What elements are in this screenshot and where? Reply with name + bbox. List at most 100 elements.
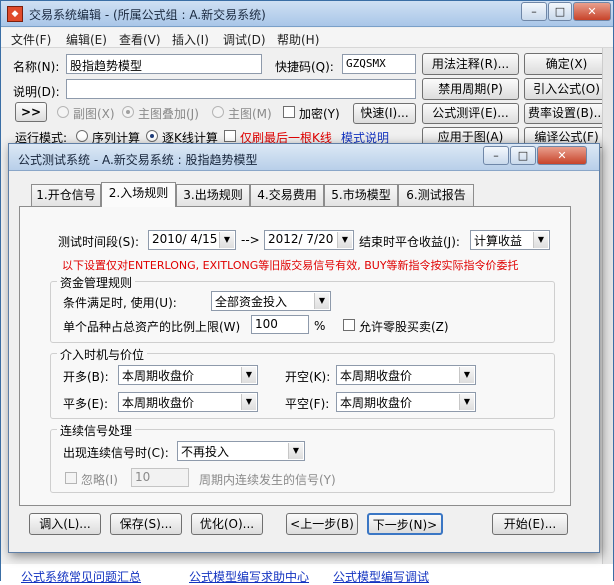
close-short-label: 平空(F): xyxy=(285,397,330,411)
open-short-select[interactable]: 本周期收盘价 ▼ xyxy=(336,365,476,385)
main-overlay-label: 主图叠加(J) xyxy=(138,107,199,121)
prev-step-button[interactable]: <上一步(B) xyxy=(286,513,358,535)
capital-group-title: 资金管理规则 xyxy=(57,274,136,291)
window-title: 交易系统编辑 - (所属公式组 : A.新交易系统) xyxy=(29,8,266,22)
tab-entry-rules[interactable]: 2.入场规则 xyxy=(101,182,176,207)
shortcut-field[interactable]: GZQSMX xyxy=(342,54,416,74)
ignore-periods-field[interactable]: 10 xyxy=(131,468,189,487)
main-chart-label: 主图(M) xyxy=(228,107,272,121)
menu-view[interactable]: 查看(V) xyxy=(119,31,161,48)
minimize-icon[interactable]: – xyxy=(521,2,547,21)
main-chart-radio[interactable] xyxy=(212,106,224,118)
ignore-label: 忽略(I) xyxy=(81,473,118,487)
formula-test-button[interactable]: 公式测评(E)... xyxy=(422,103,519,124)
main-overlay-radio[interactable] xyxy=(122,106,134,118)
name-label: 名称(N): xyxy=(13,60,60,74)
ignore-checkbox[interactable] xyxy=(65,472,77,484)
name-field[interactable]: 股指趋势模型 xyxy=(66,54,262,74)
help-center-link[interactable]: 公式模型编写求助中心 xyxy=(189,568,309,585)
capital-management-group: 资金管理规则 条件满足时, 使用(U): 全部资金投入 ▼ 单个品种占总资产的比例… xyxy=(50,274,555,343)
start-button[interactable]: 开始(E)... xyxy=(492,513,568,535)
ignore-suffix-label: 周期内连续发生的信号(Y) xyxy=(199,473,336,487)
max-ratio-label: 单个品种占总资产的比例上限(W) xyxy=(63,320,241,334)
close-long-value: 本周期收盘价 xyxy=(122,396,195,410)
editor-scrollbar[interactable] xyxy=(602,48,613,568)
chevron-down-icon: ▼ xyxy=(219,232,234,248)
expand-button[interactable]: >> xyxy=(15,102,47,122)
date-arrow: --> xyxy=(241,233,260,247)
entry-timing-group: 介入时机与价位 开多(B): 本周期收盘价 ▼ 开空(K): 本周期收盘价 ▼ 平多… xyxy=(50,346,555,419)
faq-link[interactable]: 公式系统常见问题汇总 xyxy=(21,568,141,585)
start-date-picker[interactable]: 2010/ 4/15 ▼ xyxy=(148,230,236,250)
menu-edit[interactable]: 编辑(E) xyxy=(66,31,107,48)
close-profit-label: 结束时平仓收益(J): xyxy=(359,235,460,249)
tab-exit-rules[interactable]: 3.出场规则 xyxy=(176,184,250,206)
sub-chart-label: 副图(X) xyxy=(73,107,115,121)
save-button[interactable]: 保存(S)... xyxy=(110,513,182,535)
capital-usage-select[interactable]: 全部资金投入 ▼ xyxy=(211,291,331,311)
import-formula-button[interactable]: 引入公式(O) xyxy=(524,78,609,100)
menu-help[interactable]: 帮助(H) xyxy=(277,31,319,48)
close-icon[interactable]: ✕ xyxy=(573,2,611,21)
encrypt-label: 加密(Y) xyxy=(299,107,340,121)
open-long-select[interactable]: 本周期收盘价 ▼ xyxy=(118,365,258,385)
run-mode-sequential-radio[interactable] xyxy=(76,130,88,142)
chevron-down-icon: ▼ xyxy=(337,232,352,248)
run-mode-bar-radio[interactable] xyxy=(146,130,158,142)
shortcut-label: 快捷码(Q): xyxy=(275,60,334,74)
tab-market-model[interactable]: 5.市场模型 xyxy=(324,184,398,206)
end-date-value: 2012/ 7/20 xyxy=(268,232,334,246)
percent-sign: % xyxy=(314,319,326,333)
entry-rules-panel: 测试时间段(S): 2010/ 4/15 ▼ --> 2012/ 7/20 ▼ 结束… xyxy=(19,206,571,506)
allow-odd-lot-label: 允许零股买卖(Z) xyxy=(359,320,449,334)
import-button[interactable]: 调入(L)... xyxy=(29,513,101,535)
chevron-down-icon: ▼ xyxy=(533,232,548,248)
chevron-down-icon: ▼ xyxy=(241,394,256,410)
close-short-select[interactable]: 本周期收盘价 ▼ xyxy=(336,392,476,412)
close-profit-select[interactable]: 计算收益 ▼ xyxy=(470,230,550,250)
continuous-signal-select[interactable]: 不再投入 ▼ xyxy=(177,441,305,461)
continuous-signal-group: 连续信号处理 出现连续信号时(C): 不再投入 ▼ 忽略(I) 10 周期内连续发… xyxy=(50,422,555,493)
fee-settings-button[interactable]: 费率设置(B)... xyxy=(524,103,609,124)
tab-open-signal[interactable]: 1.开仓信号 xyxy=(31,184,101,206)
only-last-bar-checkbox[interactable] xyxy=(224,130,236,142)
optimize-button[interactable]: 优化(O)... xyxy=(191,513,263,535)
tab-trading-costs[interactable]: 4.交易费用 xyxy=(250,184,324,206)
quick-button[interactable]: 快速(I)... xyxy=(353,103,416,124)
encrypt-checkbox[interactable] xyxy=(283,106,295,118)
usage-notes-button[interactable]: 用法注释(R)... xyxy=(422,53,519,75)
maximize-icon[interactable]: □ xyxy=(548,2,572,21)
debug-link[interactable]: 公式模型编写调试 xyxy=(333,568,429,585)
menu-bar: 文件(F) 编辑(E) 查看(V) 插入(I) 调试(D) 帮助(H) xyxy=(1,28,613,48)
close-long-label: 平多(E): xyxy=(63,397,108,411)
menu-debug[interactable]: 调试(D) xyxy=(223,31,266,48)
legacy-signal-notice: 以下设置仅对ENTERLONG, EXITLONG等旧版交易信号有效, BUY等… xyxy=(62,259,519,272)
dialog-title-bar[interactable]: 公式测试系统 - A.新交易系统 : 股指趋势模型 – □ ✕ xyxy=(9,144,599,171)
description-field[interactable] xyxy=(66,79,416,99)
menu-file[interactable]: 文件(F) xyxy=(11,31,51,48)
open-short-value: 本周期收盘价 xyxy=(340,369,413,383)
close-long-select[interactable]: 本周期收盘价 ▼ xyxy=(118,392,258,412)
continuous-signal-value: 不再投入 xyxy=(181,445,230,459)
next-step-button[interactable]: 下一步(N)> xyxy=(367,513,443,535)
tab-test-report[interactable]: 6.测试报告 xyxy=(398,184,474,206)
open-long-label: 开多(B): xyxy=(63,370,109,384)
allow-odd-lot-checkbox[interactable] xyxy=(343,319,355,331)
chevron-down-icon: ▼ xyxy=(459,394,474,410)
capital-usage-value: 全部资金投入 xyxy=(215,295,288,309)
close-profit-value: 计算收益 xyxy=(474,234,523,248)
chevron-down-icon: ▼ xyxy=(288,443,303,459)
dialog-minimize-icon[interactable]: – xyxy=(483,146,509,165)
sub-chart-radio[interactable] xyxy=(57,106,69,118)
menu-insert[interactable]: 插入(I) xyxy=(172,31,209,48)
end-date-picker[interactable]: 2012/ 7/20 ▼ xyxy=(264,230,354,250)
dialog-close-icon[interactable]: ✕ xyxy=(537,146,587,165)
dialog-title: 公式测试系统 - A.新交易系统 : 股指趋势模型 xyxy=(18,153,258,167)
title-bar[interactable]: ◆ 交易系统编辑 - (所属公式组 : A.新交易系统) – □ ✕ xyxy=(1,1,613,27)
max-ratio-field[interactable]: 100 xyxy=(251,315,309,334)
ok-button[interactable]: 确定(X) xyxy=(524,53,609,75)
dialog-maximize-icon[interactable]: □ xyxy=(510,146,536,165)
status-bar: 公式系统常见问题汇总 公式模型编写求助中心 公式模型编写调试 xyxy=(1,564,613,584)
disable-period-button[interactable]: 禁用周期(P) xyxy=(422,78,519,100)
open-long-value: 本周期收盘价 xyxy=(122,369,195,383)
